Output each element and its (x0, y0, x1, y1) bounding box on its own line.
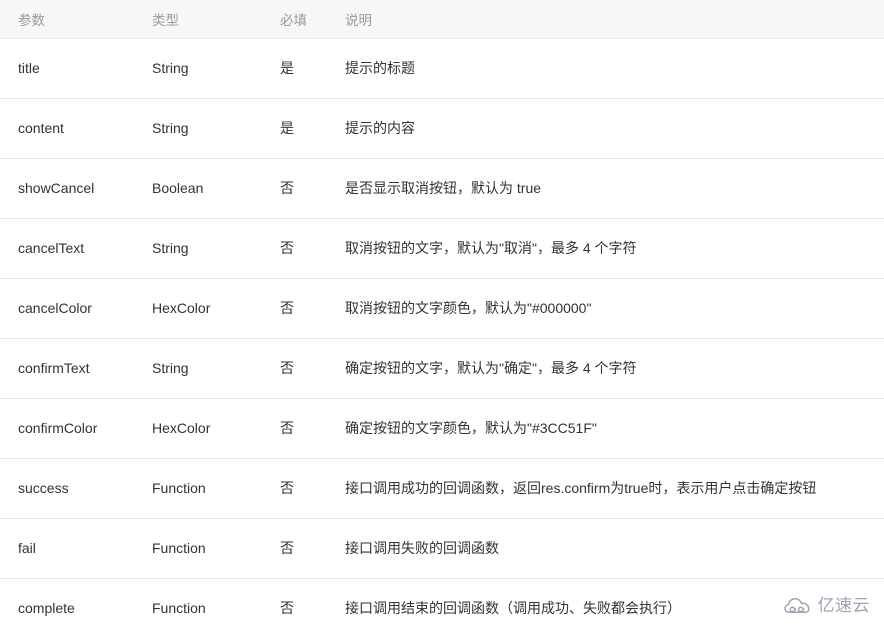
column-header-required: 必填 (272, 0, 345, 39)
cell-param-required: 否 (272, 458, 345, 519)
table-row: cancelText String 否 取消按钮的文字，默认为"取消"，最多 4… (0, 218, 884, 279)
cell-param-description: 确定按钮的文字颜色，默认为"#3CC51F" (345, 398, 884, 459)
api-parameters-table: 参数 类型 必填 说明 title String 是 提示的标题 content… (0, 0, 884, 638)
cell-param-description: 是否显示取消按钮，默认为 true (345, 158, 884, 219)
table-row: confirmText String 否 确定按钮的文字，默认为"确定"，最多 … (0, 338, 884, 399)
cell-param-description: 接口调用成功的回调函数，返回res.confirm为true时，表示用户点击确定… (345, 458, 884, 519)
cell-param-name: complete (18, 600, 75, 617)
cell-param-type: Function (152, 600, 206, 617)
cell-param-required: 是 (272, 38, 345, 99)
cell-param-type: String (147, 38, 272, 99)
cell-param-name: success (0, 458, 147, 519)
table-row: complete Function 否 接口调用结束的回调函数（调用成功、失败都… (0, 578, 884, 638)
cell-param-description: 提示的标题 (345, 38, 884, 99)
cell-param-required: 否 (272, 278, 345, 339)
cell-param-description: 接口调用失败的回调函数 (345, 518, 884, 579)
cell-param-name: title (0, 38, 147, 99)
cell-param-type: String (147, 218, 272, 279)
cell-param-description: 取消按钮的文字颜色，默认为"#000000" (345, 278, 884, 339)
cell-param-type: HexColor (147, 398, 272, 459)
cell-param-required: 是 (272, 98, 345, 159)
table-row: fail Function 否 接口调用失败的回调函数 (0, 518, 884, 579)
cell-param-description: 取消按钮的文字，默认为"取消"，最多 4 个字符 (345, 218, 884, 279)
cell-param-name: confirmText (0, 338, 147, 399)
table-row: showCancel Boolean 否 是否显示取消按钮，默认为 true (0, 158, 884, 219)
cell-param-required: 否 (280, 600, 294, 617)
cell-param-required: 否 (272, 218, 345, 279)
cell-param-description: 接口调用结束的回调函数（调用成功、失败都会执行） (345, 600, 681, 617)
cell-param-required: 否 (272, 338, 345, 399)
cell-param-name: fail (0, 518, 147, 579)
cell-param-name: cancelText (0, 218, 147, 279)
cell-param-required: 否 (272, 398, 345, 459)
table-row: success Function 否 接口调用成功的回调函数，返回res.con… (0, 458, 884, 519)
cell-param-type: HexColor (147, 278, 272, 339)
table-row: title String 是 提示的标题 (0, 38, 884, 99)
cell-param-name: showCancel (0, 158, 147, 219)
cell-param-name: content (0, 98, 147, 159)
cell-param-type: String (147, 98, 272, 159)
cell-param-type: String (147, 338, 272, 399)
cell-param-required: 否 (272, 158, 345, 219)
table-header: 参数 类型 必填 说明 (0, 0, 884, 39)
cell-param-type: Function (147, 458, 272, 519)
table-header-row: 参数 类型 必填 说明 (0, 0, 884, 39)
cell-param-name: cancelColor (0, 278, 147, 339)
cell-param-type: Function (147, 518, 272, 579)
cell-param-description: 提示的内容 (345, 98, 884, 159)
cell-param-name: confirmColor (0, 398, 147, 459)
table-body: title String 是 提示的标题 content String 是 提示… (0, 38, 884, 638)
cell-param-type: Boolean (147, 158, 272, 219)
column-header-description: 说明 (345, 0, 884, 39)
table-row: content String 是 提示的内容 (0, 98, 884, 159)
column-header-param: 参数 (0, 0, 147, 39)
cell-param-description: 确定按钮的文字，默认为"确定"，最多 4 个字符 (345, 338, 884, 399)
table-row: confirmColor HexColor 否 确定按钮的文字颜色，默认为"#3… (0, 398, 884, 459)
column-header-type: 类型 (147, 0, 272, 39)
table-row: cancelColor HexColor 否 取消按钮的文字颜色，默认为"#00… (0, 278, 884, 339)
cell-param-required: 否 (272, 518, 345, 579)
